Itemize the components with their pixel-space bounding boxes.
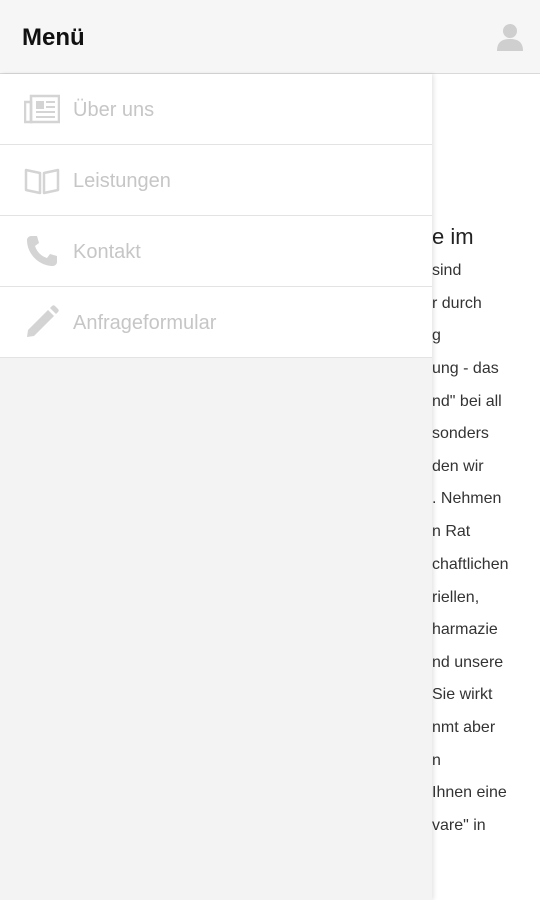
content-line: sonders: [432, 425, 489, 442]
content-line: sind: [432, 262, 462, 279]
pencil-icon: [27, 305, 59, 337]
content-line: nmt aber: [432, 719, 496, 736]
menu-item-label: Leistungen: [73, 170, 171, 192]
content-line: r durch: [432, 295, 482, 312]
content-line: nd" bei all: [432, 393, 502, 410]
menu-item-ueber-uns[interactable]: Über uns: [0, 74, 432, 145]
menu-title: Menü: [22, 24, 85, 51]
content-heading: e im: [432, 224, 474, 249]
book-icon: [24, 168, 60, 195]
content-line: den wir: [432, 458, 484, 475]
menu-item-leistungen[interactable]: Leistungen: [0, 145, 432, 216]
content-line: riellen,: [432, 589, 480, 606]
content-line: n: [432, 752, 441, 769]
content-line: ung - das: [432, 360, 499, 377]
content-line: n Rat: [432, 523, 471, 540]
content-line: harmazie: [432, 621, 498, 638]
menu-item-kontakt[interactable]: Kontakt: [0, 216, 432, 287]
menu-item-label: Kontakt: [73, 241, 141, 263]
content-line: Sie wirkt: [432, 686, 493, 703]
content-line: nd unsere: [432, 654, 504, 671]
menu-item-label: Über uns: [73, 99, 155, 121]
content-line: g: [432, 327, 441, 344]
user-icon[interactable]: [496, 22, 524, 52]
side-drawer: Über uns Leistungen Kontakt Anfrageformu…: [0, 74, 432, 900]
top-bar: Menü: [0, 0, 540, 74]
newspaper-icon: [24, 94, 60, 124]
content-line: . Nehmen: [432, 490, 502, 507]
phone-icon: [27, 236, 57, 266]
content-line: Ihnen eine: [432, 784, 507, 801]
content-line: chaftlichen: [432, 556, 509, 573]
content-line: vare" in: [432, 817, 486, 834]
menu-item-label: Anfrageformular: [73, 312, 217, 334]
menu-item-anfrageformular[interactable]: Anfrageformular: [0, 287, 432, 358]
